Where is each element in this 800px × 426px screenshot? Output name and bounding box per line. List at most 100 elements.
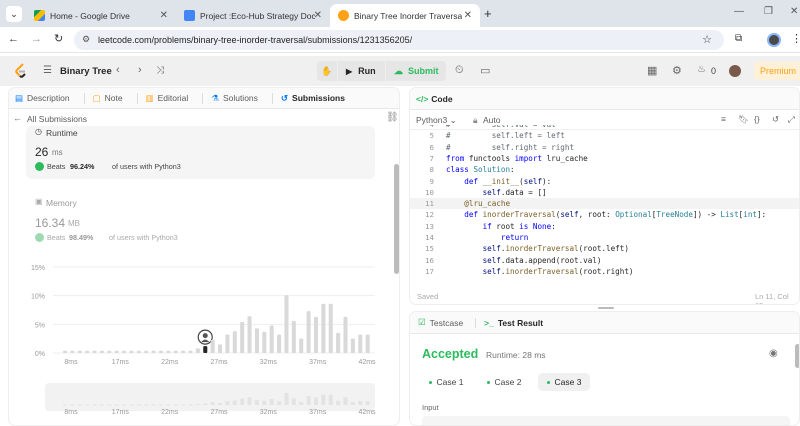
distribution-bar[interactable] <box>262 331 267 353</box>
mode-select[interactable]: Auto <box>483 115 501 125</box>
forward-arrow-icon[interactable]: → <box>31 33 42 45</box>
settings-gear-icon[interactable]: ⚙ <box>672 64 682 77</box>
distribution-bar[interactable] <box>166 350 171 353</box>
distribution-bar[interactable] <box>350 338 355 353</box>
distribution-bar[interactable] <box>92 350 97 353</box>
share-link-icon[interactable]: ⛓ <box>386 112 399 123</box>
problem-list-icon[interactable]: ☰ <box>43 65 52 76</box>
distribution-bar[interactable] <box>365 334 370 353</box>
fullscreen-icon[interactable]: ⤢ <box>788 114 795 125</box>
case-1-tab[interactable]: Case 1 <box>422 373 470 391</box>
minimize-icon[interactable]: — <box>734 6 744 17</box>
code-line[interactable]: 10 self.data = [] <box>410 187 799 198</box>
distribution-bar[interactable] <box>63 350 68 353</box>
prev-problem-icon[interactable]: ‹ <box>116 64 120 76</box>
format-align-icon[interactable]: ≡ <box>721 114 726 124</box>
distribution-bar[interactable] <box>321 303 326 353</box>
distribution-bar[interactable] <box>181 350 186 353</box>
layout-icon[interactable]: ▦ <box>647 64 657 77</box>
vertical-splitter-handle[interactable] <box>598 307 614 309</box>
distribution-bar[interactable] <box>144 350 149 353</box>
distribution-bar[interactable] <box>336 332 341 353</box>
braces-icon[interactable]: {} <box>754 114 760 124</box>
timer-icon[interactable]: ⏲ <box>455 64 464 77</box>
distribution-bar[interactable] <box>247 316 252 353</box>
distribution-bar[interactable] <box>328 303 333 353</box>
memory-label[interactable]: Memory <box>46 198 77 208</box>
submit-button[interactable]: ☁ Submit <box>386 61 446 81</box>
close-tab-icon[interactable]: ✕ <box>160 10 168 21</box>
distribution-bar[interactable] <box>70 350 75 353</box>
url-input[interactable]: ⚙ leetcode.com/problems/binary-tree-inor… <box>74 30 724 50</box>
premium-button[interactable]: Premium <box>754 62 800 80</box>
profile-avatar[interactable] <box>767 33 781 47</box>
tab-editorial[interactable]: ▥ Editorial <box>136 92 188 104</box>
distribution-bar[interactable] <box>210 339 215 353</box>
code-line[interactable]: 12 def inorderTraversal(self, root: Opti… <box>410 209 799 220</box>
distribution-bar[interactable] <box>232 331 237 353</box>
code-line[interactable]: 14 return <box>410 232 799 243</box>
extensions-icon[interactable]: ⧉ <box>735 33 742 44</box>
leetcode-logo-icon[interactable] <box>14 63 28 79</box>
distribution-bar[interactable] <box>218 344 223 353</box>
reset-icon[interactable]: ↺ <box>772 114 779 125</box>
back-arrow-icon[interactable]: ← <box>13 113 22 123</box>
distribution-bar[interactable] <box>122 350 127 353</box>
distribution-bar[interactable] <box>306 311 311 353</box>
debug-button[interactable]: ✋ <box>317 61 337 81</box>
distribution-bar[interactable] <box>277 334 282 353</box>
distribution-bar[interactable] <box>313 316 319 353</box>
shuffle-icon[interactable]: ⤨ <box>156 65 164 76</box>
browser-tab-drive[interactable]: Home - Google Drive ✕ <box>26 4 176 27</box>
distribution-bar[interactable] <box>240 322 245 353</box>
distribution-bar[interactable] <box>299 338 304 353</box>
code-line[interactable]: 7 from functools import lru_cache <box>410 153 799 164</box>
distribution-bar[interactable] <box>136 350 141 353</box>
browser-tab-docs[interactable]: Project :Eco-Hub Strategy Docu ✕ <box>176 4 330 27</box>
close-tab-icon[interactable]: ✕ <box>464 10 472 21</box>
distribution-bar[interactable] <box>225 334 230 353</box>
distribution-bar[interactable] <box>269 325 274 353</box>
tab-testcase[interactable]: ☑ Testcase <box>418 317 463 328</box>
runtime-card[interactable]: ◷ Runtime 26 ms Beats 96.24% of users wi… <box>26 126 375 179</box>
browser-tab-leetcode[interactable]: Binary Tree Inorder Traversal - L ✕ <box>330 4 480 27</box>
case-3-tab[interactable]: Case 3 <box>538 373 590 391</box>
reload-icon[interactable]: ↻ <box>54 32 63 45</box>
distribution-bar[interactable] <box>99 350 104 353</box>
distribution-bar[interactable] <box>343 316 348 353</box>
code-line[interactable]: 6 # self.right = right <box>410 142 799 153</box>
restore-icon[interactable]: ❐ <box>764 6 773 17</box>
tab-search-icon[interactable]: ⌄ <box>6 6 22 22</box>
distribution-bar[interactable] <box>77 350 82 353</box>
tab-note[interactable]: ▢ Note <box>83 92 123 104</box>
code-line[interactable]: 16 self.data.append(root.val) <box>410 255 799 266</box>
code-line[interactable]: 8 class Solution: <box>410 164 799 175</box>
left-scrollbar[interactable] <box>394 164 399 274</box>
site-info-icon[interactable]: ⚙ <box>82 34 90 45</box>
code-line[interactable]: 17 self.inorderTraversal(root.right) <box>410 266 799 277</box>
browser-menu-icon[interactable]: ⋮ <box>791 32 800 45</box>
distribution-bar[interactable] <box>284 295 289 353</box>
distribution-bar[interactable] <box>291 320 296 353</box>
distribution-bar[interactable] <box>129 350 134 353</box>
distribution-bar[interactable] <box>195 348 200 353</box>
new-tab-icon[interactable]: + <box>484 6 492 21</box>
code-line[interactable]: 5 # self.left = left <box>410 130 799 141</box>
streak-fire-icon[interactable]: ♨ <box>697 64 706 75</box>
all-submissions-link[interactable]: All Submissions <box>27 114 87 124</box>
close-tab-icon[interactable]: ✕ <box>314 10 322 21</box>
input-box[interactable] <box>422 416 790 425</box>
code-editor[interactable]: 4# self.val = val5# self.left = left6# s… <box>410 125 799 279</box>
distribution-bar[interactable] <box>254 328 259 353</box>
run-button[interactable]: ▶ Run <box>338 61 385 81</box>
tab-solutions[interactable]: ⚗ Solutions <box>202 92 258 104</box>
distribution-bar[interactable] <box>358 334 363 353</box>
tab-test-result[interactable]: >_ Test Result <box>475 317 543 328</box>
tab-submissions[interactable]: ↺ Submissions <box>271 92 345 104</box>
distribution-bar[interactable] <box>173 350 178 353</box>
code-line[interactable]: 15 self.inorderTraversal(root.left) <box>410 243 799 254</box>
bookmark-star-icon[interactable]: ☆ <box>702 33 712 46</box>
close-window-icon[interactable]: ✕ <box>790 6 798 17</box>
highlighted-bar[interactable] <box>203 346 208 353</box>
distribution-bar[interactable] <box>114 350 119 353</box>
